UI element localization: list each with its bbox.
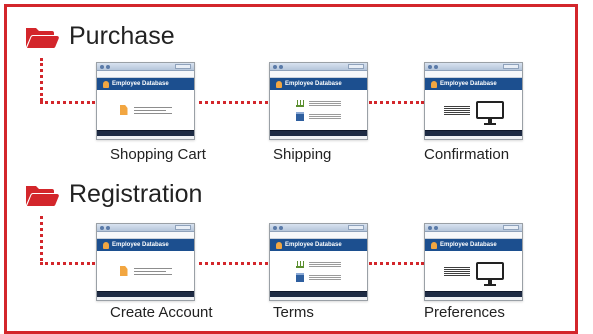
thumbnail-app-title: Employee Database — [440, 242, 497, 248]
person-icon — [276, 241, 282, 249]
thumbnail-content — [97, 251, 194, 291]
thumbnail-app-title: Employee Database — [112, 81, 169, 87]
browser-toolbar — [270, 63, 367, 71]
thumbnail-app-title: Employee Database — [440, 81, 497, 87]
purchase-title: Purchase — [69, 22, 175, 50]
chart-icon — [296, 99, 304, 107]
confirmation-screen-thumbnail[interactable]: Employee Database — [424, 62, 523, 140]
browser-nav-row — [97, 232, 194, 239]
shipping-screen-thumbnail[interactable]: Employee Database — [269, 62, 368, 140]
step-terms: Terms — [273, 304, 314, 321]
purchase-connector-2 — [199, 101, 268, 104]
browser-toolbar — [270, 224, 367, 232]
person-icon — [276, 80, 282, 88]
create-account-screen-thumbnail[interactable]: Employee Database — [96, 223, 195, 301]
browser-nav-row — [97, 71, 194, 78]
calendar-icon — [296, 272, 304, 282]
registration-connector-3 — [369, 262, 424, 265]
confirmation-text — [443, 105, 470, 115]
text-lines — [133, 267, 172, 275]
browser-nav-row — [270, 232, 367, 239]
document-icon — [119, 105, 128, 115]
step-preferences: Preferences — [424, 304, 505, 321]
purchase-group-title: Purchase — [25, 24, 175, 49]
preferences-text — [443, 266, 470, 276]
preferences-screen-thumbnail[interactable]: Employee Database — [424, 223, 523, 301]
app-header: Employee Database — [425, 239, 522, 251]
browser-nav-row — [425, 71, 522, 78]
app-header: Employee Database — [97, 78, 194, 90]
app-header: Employee Database — [270, 78, 367, 90]
terms-screen-thumbnail[interactable]: Employee Database — [269, 223, 368, 301]
monitor-icon — [475, 101, 504, 125]
person-icon — [103, 241, 109, 249]
step-create-account: Create Account — [110, 304, 213, 321]
thumbnail-content — [270, 251, 367, 291]
terms-summary — [296, 260, 341, 282]
purchase-vertical-connector — [40, 58, 43, 101]
app-header: Employee Database — [97, 239, 194, 251]
thumbnail-content — [425, 251, 522, 291]
browser-toolbar — [97, 63, 194, 71]
step-shopping-cart: Shopping Cart — [110, 146, 206, 163]
registration-connector-1 — [40, 262, 95, 265]
thumbnail-content — [270, 90, 367, 130]
thumbnail-footer — [425, 130, 522, 136]
app-header: Employee Database — [425, 78, 522, 90]
registration-connector-2 — [199, 262, 268, 265]
registration-group-title: Registration — [25, 182, 202, 207]
thumbnail-footer — [97, 130, 194, 136]
open-folder-icon — [26, 185, 59, 206]
thumbnail-content — [97, 90, 194, 130]
chart-icon — [296, 260, 304, 268]
monitor-icon — [475, 262, 504, 286]
browser-toolbar — [425, 63, 522, 71]
browser-toolbar — [425, 224, 522, 232]
person-icon — [431, 241, 437, 249]
purchase-connector-3 — [369, 101, 424, 104]
thumbnail-app-title: Employee Database — [285, 242, 342, 248]
step-shipping: Shipping — [273, 146, 332, 163]
document-icon — [119, 266, 128, 276]
person-icon — [431, 80, 437, 88]
browser-nav-row — [270, 71, 367, 78]
thumbnail-app-title: Employee Database — [285, 81, 342, 87]
thumbnail-footer — [425, 291, 522, 297]
person-icon — [103, 80, 109, 88]
browser-nav-row — [425, 232, 522, 239]
thumbnail-footer — [97, 291, 194, 297]
registration-vertical-connector — [40, 216, 43, 261]
purchase-connector-1 — [40, 101, 95, 104]
thumbnail-footer — [270, 130, 367, 136]
text-lines — [133, 106, 172, 114]
thumbnail-content — [425, 90, 522, 130]
thumbnail-footer — [270, 291, 367, 297]
app-header: Employee Database — [270, 239, 367, 251]
calendar-icon — [296, 111, 304, 121]
browser-toolbar — [97, 224, 194, 232]
shopping-cart-screen-thumbnail[interactable]: Employee Database — [96, 62, 195, 140]
shipping-summary — [296, 99, 341, 121]
thumbnail-app-title: Employee Database — [112, 242, 169, 248]
registration-title: Registration — [69, 180, 203, 208]
open-folder-icon — [26, 27, 59, 48]
step-confirmation: Confirmation — [424, 146, 510, 163]
